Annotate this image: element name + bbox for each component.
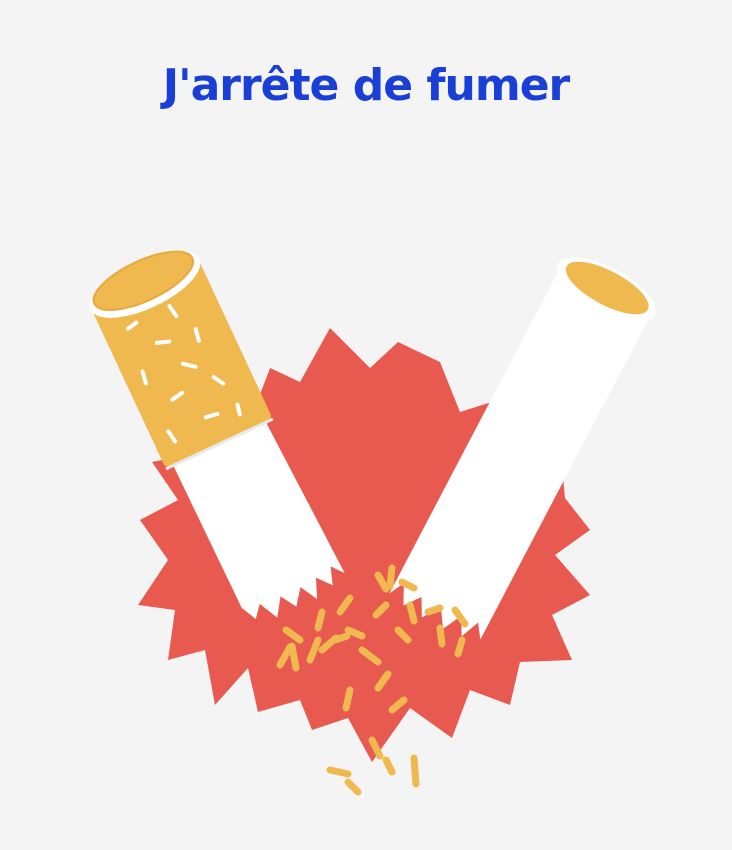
broken-cigarette-icon xyxy=(89,250,656,796)
